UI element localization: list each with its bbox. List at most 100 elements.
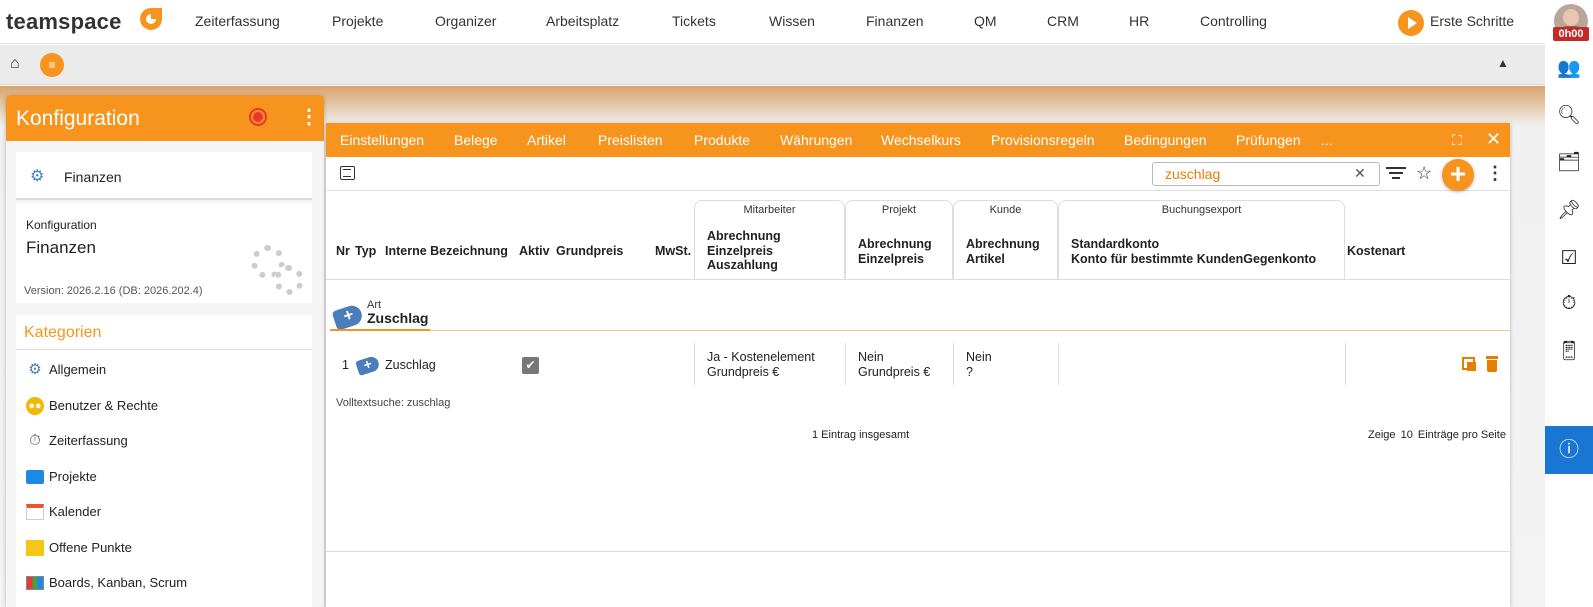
play-icon[interactable] — [1398, 10, 1424, 36]
category-projekte[interactable]: Projekte — [26, 466, 306, 488]
cell-kunde: Nein ? — [966, 350, 992, 379]
nav-arbeitsplatz[interactable]: Arbeitsplatz — [546, 13, 619, 29]
group-title-mitarbeiter: Mitarbeiter — [743, 204, 796, 216]
tab-provisionsregeln[interactable]: Provisionsregeln — [991, 132, 1095, 148]
category-label: Allgemein — [49, 362, 107, 377]
tab-more[interactable]: ... — [1321, 132, 1333, 148]
small-gear-icon — [274, 265, 304, 295]
version-text: Version: 2026.2.16 (DB: 2026.202.4) — [24, 285, 203, 297]
tab-waehrungen[interactable]: Währungen — [780, 132, 852, 148]
list-view-icon[interactable] — [340, 166, 355, 180]
toolbar: ✕ ☆ + ⋮ — [326, 157, 1510, 191]
nav-hr[interactable]: HR — [1129, 13, 1149, 29]
config-panel: Konfiguration ⋮ ⚙ Finanzen Konfiguration… — [6, 95, 324, 607]
maximize-icon[interactable]: ⛶ — [1452, 132, 1462, 149]
cell-divider — [1058, 343, 1059, 385]
gears-icon: ⚙ — [28, 361, 42, 378]
more-vert-icon[interactable]: ⋮ — [299, 107, 319, 127]
nav-wissen[interactable]: Wissen — [769, 13, 815, 29]
tab-wechselkurs[interactable]: Wechselkurs — [881, 132, 961, 148]
col-bezeichnung[interactable]: Interne Bezeichnung — [385, 244, 508, 259]
col-grundpreis[interactable]: Grundpreis — [556, 244, 623, 259]
collapse-up-icon[interactable]: ▲ — [1497, 56, 1509, 70]
info-card-subtitle: Konfiguration — [26, 218, 97, 232]
users-icon[interactable]: 👥 — [1557, 57, 1581, 81]
nav-finanzen[interactable]: Finanzen — [866, 13, 924, 29]
search-input[interactable] — [1152, 162, 1380, 186]
stopwatch-icon[interactable]: ⏱︎ — [1557, 292, 1581, 316]
nav-zeiterfassung[interactable]: Zeiterfassung — [195, 13, 280, 29]
duplicate-icon[interactable] — [1462, 357, 1476, 371]
home-icon[interactable]: ⌂ — [10, 55, 20, 73]
star-icon[interactable]: ☆ — [1416, 163, 1432, 184]
col-kostenart[interactable]: Kostenart — [1347, 244, 1405, 259]
phone-icon[interactable]: 📱︎ — [1557, 340, 1581, 364]
menu-icon[interactable]: ≡ — [40, 53, 64, 77]
nav-tickets[interactable]: Tickets — [672, 13, 716, 29]
add-button[interactable]: + — [1442, 159, 1474, 191]
filter-icon[interactable] — [1386, 167, 1406, 181]
bug-icon[interactable] — [251, 110, 265, 124]
tag-plus-icon — [331, 303, 365, 331]
tab-bedingungen[interactable]: Bedingungen — [1124, 132, 1207, 148]
module-label: Finanzen — [64, 169, 122, 185]
users-icon: ●● — [26, 397, 44, 415]
nav-projekte[interactable]: Projekte — [332, 13, 383, 29]
clear-search-icon[interactable]: ✕ — [1354, 165, 1366, 182]
tab-einstellungen[interactable]: Einstellungen — [340, 132, 424, 148]
cell-divider — [845, 343, 846, 385]
first-steps-link[interactable]: Erste Schritte — [1430, 13, 1514, 29]
close-icon[interactable]: ✕ — [1486, 129, 1501, 150]
tab-preislisten[interactable]: Preislisten — [598, 132, 663, 148]
category-label: Benutzer & Rechte — [49, 398, 159, 413]
category-zeiterfassung[interactable]: ⏱︎ Zeiterfassung — [26, 430, 306, 452]
divider — [326, 551, 1510, 552]
group-divider — [330, 330, 1510, 331]
logo[interactable]: teamspace — [6, 9, 122, 35]
col-buchungsexport[interactable]: Standardkonto Konto für bestimmte Kunden… — [1071, 237, 1316, 266]
col-kunde[interactable]: Abrechnung Artikel — [966, 237, 1040, 266]
col-projekt[interactable]: Abrechnung Einzelpreis — [858, 237, 932, 266]
category-label: Kalender — [49, 504, 102, 519]
col-typ[interactable]: Typ — [355, 244, 376, 259]
col-mitarbeiter[interactable]: Abrechnung Einzelpreis Auszahlung — [707, 229, 781, 273]
nav-qm[interactable]: QM — [974, 13, 997, 29]
col-mwst[interactable]: MwSt. — [655, 244, 691, 259]
category-kalender[interactable]: Kalender — [26, 501, 306, 523]
category-offene-punkte[interactable]: Offene Punkte — [26, 537, 306, 559]
tab-produkte[interactable]: Produkte — [694, 132, 750, 148]
category-allgemein[interactable]: ⚙ Allgemein — [26, 359, 306, 381]
tasks-icon[interactable]: ☑ — [1557, 247, 1581, 271]
page-size-prefix: Zeige — [1368, 429, 1396, 441]
nav-crm[interactable]: CRM — [1047, 13, 1079, 29]
finance-window: Einstellungen Belege Artikel Preislisten… — [326, 123, 1510, 607]
nav-controlling[interactable]: Controlling — [1200, 13, 1267, 29]
search-icon[interactable]: 🔍︎ — [1557, 104, 1581, 128]
active-checkbox[interactable]: ✔ — [522, 357, 539, 374]
config-panel-header: Konfiguration ⋮ — [6, 95, 324, 141]
total-count: 1 Eintrag insgesamt — [812, 429, 910, 441]
tab-pruefungen[interactable]: Prüfungen — [1236, 132, 1301, 148]
right-rail: 👥 🔍︎ 🗂︎ 📌︎ ☑ ⏱︎ 📱︎ ⓘ — [1545, 44, 1593, 607]
cell-bezeichnung[interactable]: Zuschlag — [385, 358, 436, 373]
cell-divider — [953, 343, 954, 385]
group-label: Zuschlag — [367, 310, 429, 326]
tab-artikel[interactable]: Artikel — [527, 132, 566, 148]
nav-organizer[interactable]: Organizer — [435, 13, 496, 29]
timer-badge[interactable]: 0h00 — [1553, 27, 1589, 41]
more-vert-icon[interactable]: ⋮ — [1486, 163, 1504, 184]
info-card-title: Finanzen — [26, 238, 96, 257]
col-nr[interactable]: Nr — [336, 244, 350, 259]
delete-icon[interactable] — [1486, 356, 1498, 372]
tab-belege[interactable]: Belege — [454, 132, 498, 148]
info-icon[interactable]: ⓘ — [1545, 426, 1593, 474]
col-aktiv[interactable]: Aktiv — [519, 244, 550, 259]
pin-icon[interactable]: 📌︎ — [1557, 199, 1581, 223]
category-benutzer-rechte[interactable]: ●● Benutzer & Rechte — [26, 395, 306, 417]
cell-mitarbeiter: Ja - Kostenelement Grundpreis € — [707, 350, 815, 379]
categories-title: Kategorien — [24, 324, 102, 341]
page-size-select[interactable]: 10 — [1401, 429, 1413, 441]
category-boards[interactable]: Boards, Kanban, Scrum — [26, 572, 306, 594]
inbox-icon[interactable]: 🗂︎ — [1557, 151, 1581, 175]
module-card[interactable]: ⚙ Finanzen — [16, 152, 312, 200]
